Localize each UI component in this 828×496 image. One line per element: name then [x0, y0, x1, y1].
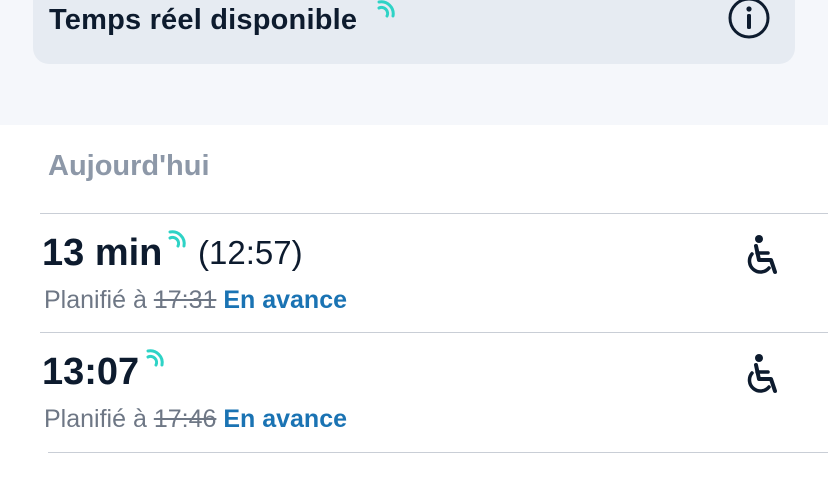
section-title-today: Aujourd'hui [48, 150, 210, 182]
planned-label: Planifié à [44, 286, 147, 314]
departure-row[interactable]: 13:07 Planifié à 17:46 En avance [0, 333, 828, 451]
departure-row[interactable]: 13 min (12:57) Planifié à 17:31 En avanc… [0, 214, 828, 332]
planned-label: Planifié à [44, 405, 147, 433]
info-icon[interactable] [727, 0, 771, 40]
departure-clock: (12:57) [198, 234, 303, 271]
wheelchair-icon [747, 354, 777, 393]
divider [48, 452, 828, 453]
planned-time: 17:31 [153, 286, 217, 314]
departure-time: 13:07 [42, 351, 140, 393]
realtime-signal-icon [168, 230, 186, 248]
planned-time: 17:46 [153, 405, 217, 433]
wheelchair-icon [747, 235, 777, 274]
realtime-banner[interactable]: Temps réel disponible [33, 0, 795, 64]
status-label: En avance [223, 405, 348, 433]
departure-time: 13 min [42, 232, 163, 274]
planned-info: Planifié à 17:46 En avance [44, 405, 347, 434]
planned-info: Planifié à 17:31 En avance [44, 286, 347, 315]
realtime-signal-icon [146, 349, 164, 367]
status-label: En avance [223, 286, 348, 314]
header-area: Temps réel disponible [0, 0, 828, 125]
realtime-signal-icon [377, 0, 395, 18]
banner-title: Temps réel disponible [49, 4, 358, 36]
